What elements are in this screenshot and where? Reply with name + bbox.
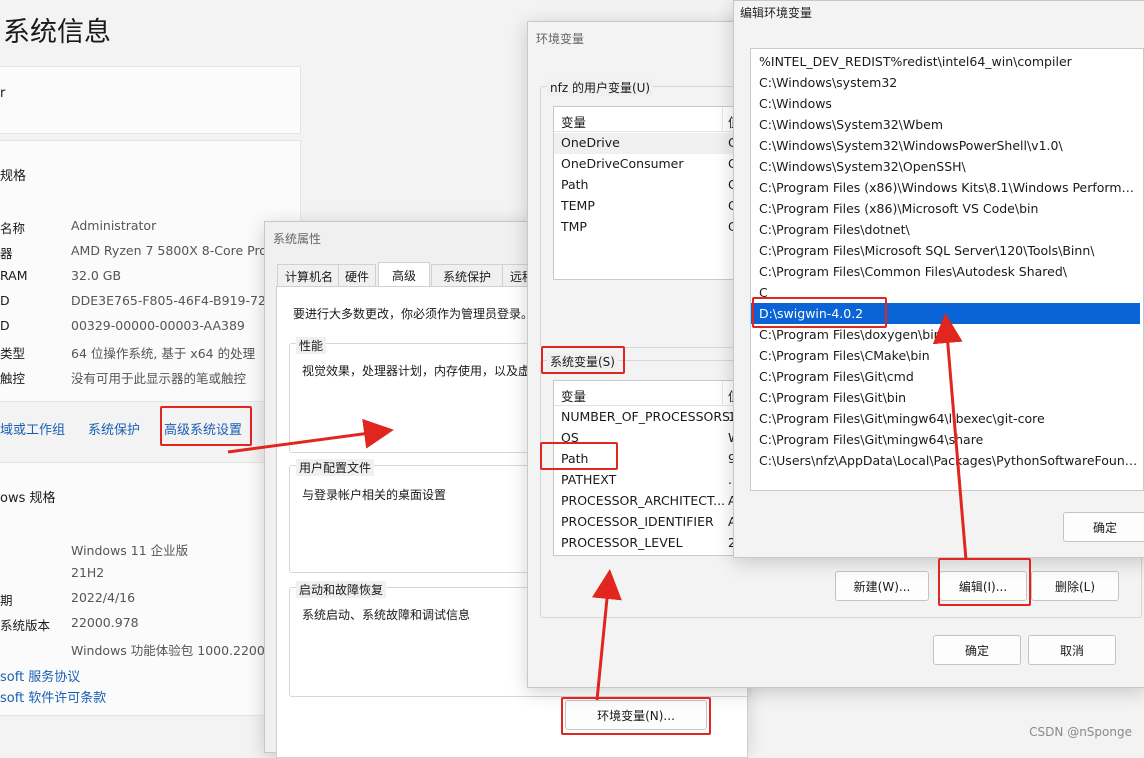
watermark: CSDN @nSponge xyxy=(1029,725,1132,739)
arrow-to-system-properties xyxy=(227,418,394,454)
annotation-arrows xyxy=(227,313,968,701)
arrow-to-system-variables xyxy=(592,569,622,701)
arrow-to-edit-path xyxy=(932,313,968,561)
